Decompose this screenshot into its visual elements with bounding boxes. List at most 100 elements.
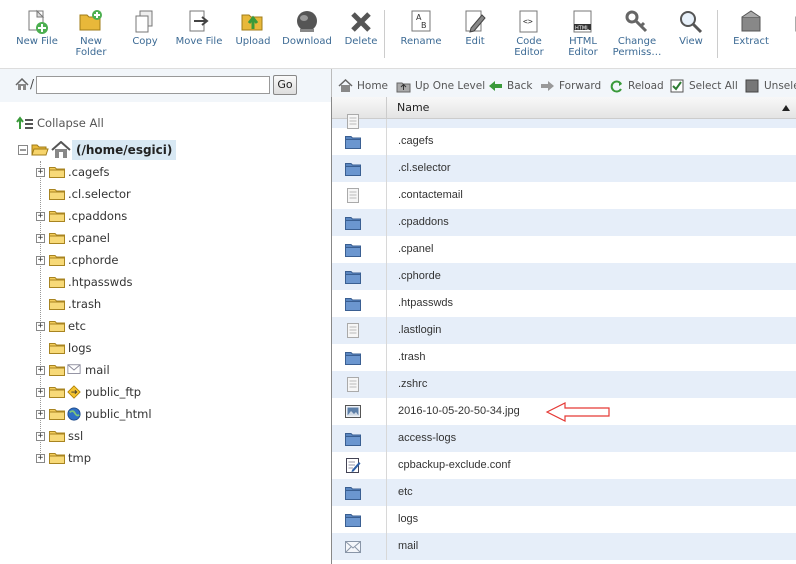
tree-item-label[interactable]: ssl	[68, 429, 83, 443]
toolbar-new-file-button[interactable]: New File	[9, 9, 65, 47]
file-name[interactable]: mail	[398, 540, 418, 552]
file-row[interactable]: .zshrc	[332, 371, 796, 398]
tree-root-label[interactable]: (/home/esgici)	[72, 140, 177, 160]
file-name[interactable]: .lastlogin	[398, 324, 441, 336]
nav-unselect-all-button[interactable]: Unselect All	[745, 79, 796, 93]
expand-toggle-icon[interactable]: +	[36, 211, 45, 221]
toolbar-extract-button[interactable]: Extract	[723, 9, 779, 47]
tree-item-label[interactable]: .htpasswds	[68, 275, 132, 289]
file-row[interactable]: .cagefs	[332, 128, 796, 155]
tree-item-label[interactable]: public_html	[85, 407, 152, 421]
nav-home-button[interactable]: Home	[338, 79, 388, 93]
tree-item[interactable]: + ssl	[36, 427, 83, 445]
tree-item[interactable]: .htpasswds	[36, 273, 132, 291]
tree-item[interactable]: + .cphorde	[36, 251, 119, 269]
expand-toggle-icon[interactable]: +	[36, 233, 45, 243]
file-row[interactable]: .lastlogin	[332, 317, 796, 344]
toolbar-view-button[interactable]: View	[663, 9, 719, 47]
file-name[interactable]: .zshrc	[398, 378, 427, 390]
file-row[interactable]: .cpaddons	[332, 209, 796, 236]
toolbar-html-editor-button[interactable]: HTML HTML Editor	[555, 9, 611, 58]
tree-item[interactable]: logs	[36, 339, 92, 357]
tree-item[interactable]: + .cpaddons	[36, 207, 127, 225]
nav-forward-button[interactable]: Forward	[540, 79, 601, 93]
file-name[interactable]: .cpanel	[398, 243, 433, 255]
file-name[interactable]: etc	[398, 486, 413, 498]
file-name[interactable]: .cphorde	[398, 270, 441, 282]
file-row[interactable]: cpbackup-exclude.conf	[332, 452, 796, 479]
tree-item-label[interactable]: .cl.selector	[68, 187, 131, 201]
tree-item[interactable]: + public_ftp	[36, 383, 141, 401]
toolbar-move-file-button[interactable]: Move File	[171, 9, 227, 47]
tree-item-label[interactable]: etc	[68, 319, 86, 333]
file-row[interactable]: etc	[332, 479, 796, 506]
tree-item[interactable]: + etc	[36, 317, 86, 335]
file-row[interactable]	[332, 114, 796, 146]
tree-item[interactable]: + .cagefs	[36, 163, 109, 181]
tree-item[interactable]: .cl.selector	[36, 185, 131, 203]
nav-back-button[interactable]: Back	[488, 79, 533, 93]
tree-item-label[interactable]: mail	[85, 363, 110, 377]
expand-toggle-icon[interactable]: +	[36, 365, 45, 375]
tree-item[interactable]: + tmp	[36, 449, 91, 467]
file-row[interactable]: .contactemail	[332, 182, 796, 209]
toolbar-download-button[interactable]: Download	[279, 9, 335, 47]
toolbar-new-folder-button[interactable]: New Folder	[63, 9, 119, 58]
collapse-toggle-icon[interactable]	[18, 145, 28, 155]
file-name[interactable]: logs	[398, 513, 418, 525]
toolbar-edit-button[interactable]: Edit	[447, 9, 503, 47]
tree-item-label[interactable]: .trash	[68, 297, 101, 311]
expand-toggle-icon[interactable]: +	[36, 453, 45, 463]
expand-toggle-icon[interactable]: +	[36, 167, 45, 177]
tree-item-label[interactable]: .cpaddons	[68, 209, 127, 223]
nav-select-all-button[interactable]: Select All	[670, 79, 738, 93]
file-row[interactable]: .cl.selector	[332, 155, 796, 182]
tree-item-label[interactable]: .cphorde	[68, 253, 119, 267]
tree-item[interactable]: .trash	[36, 295, 101, 313]
file-row[interactable]: logs	[332, 506, 796, 533]
tree-item[interactable]: + mail	[36, 361, 110, 379]
file-name[interactable]: 2016-10-05-20-50-34.jpg	[398, 405, 520, 417]
file-row[interactable]: access-logs	[332, 425, 796, 452]
file-name[interactable]: .cl.selector	[398, 162, 451, 174]
file-name[interactable]: .htpasswds	[398, 297, 453, 309]
name-column-header[interactable]: Name	[397, 101, 429, 114]
expand-toggle-icon[interactable]: +	[36, 387, 45, 397]
file-name[interactable]: .trash	[398, 351, 426, 363]
file-row[interactable]: .htpasswds	[332, 290, 796, 317]
tree-item-label[interactable]: .cpanel	[68, 231, 110, 245]
expand-toggle-icon[interactable]: +	[36, 409, 45, 419]
toolbar-delete-button[interactable]: Delete	[333, 9, 389, 47]
home-icon[interactable]	[15, 78, 29, 91]
toolbar-rename-button[interactable]: A B Rename	[393, 9, 449, 47]
file-name[interactable]: .cagefs	[398, 135, 433, 147]
file-row[interactable]: mail	[332, 533, 796, 560]
tree-item-label[interactable]: public_ftp	[85, 385, 141, 399]
file-name[interactable]: cpbackup-exclude.conf	[398, 459, 511, 471]
toolbar-copy-button[interactable]: Copy	[117, 9, 173, 47]
tree-item-label[interactable]: logs	[68, 341, 92, 355]
file-name[interactable]: access-logs	[398, 432, 456, 444]
toolbar-compress-button[interactable]: Co	[777, 9, 796, 47]
expand-toggle-icon[interactable]: +	[36, 255, 45, 265]
nav-reload-button[interactable]: Reload	[609, 79, 664, 93]
tree-item[interactable]: + public_html	[36, 405, 152, 423]
nav-up-one-level-button[interactable]: Up One Level	[396, 79, 485, 93]
collapse-all-link[interactable]: Collapse All	[16, 116, 104, 130]
file-name[interactable]: .cpaddons	[398, 216, 449, 228]
path-input[interactable]	[36, 76, 270, 94]
expand-toggle-icon[interactable]: +	[36, 321, 45, 331]
file-name[interactable]: .contactemail	[398, 189, 463, 201]
toolbar-upload-button[interactable]: Upload	[225, 9, 281, 47]
tree-item-label[interactable]: .cagefs	[68, 165, 109, 179]
sort-ascending-icon[interactable]	[782, 105, 790, 111]
toolbar-change-permissions-button[interactable]: Change Permiss…	[609, 9, 665, 58]
tree-item-label[interactable]: tmp	[68, 451, 91, 465]
toolbar-code-editor-button[interactable]: <> Code Editor	[501, 9, 557, 58]
file-row[interactable]: .cphorde	[332, 263, 796, 290]
go-button[interactable]: Go	[273, 75, 297, 95]
file-row[interactable]: .cpanel	[332, 236, 796, 263]
expand-toggle-icon[interactable]: +	[36, 431, 45, 441]
tree-item[interactable]: + .cpanel	[36, 229, 110, 247]
file-row[interactable]: .trash	[332, 344, 796, 371]
